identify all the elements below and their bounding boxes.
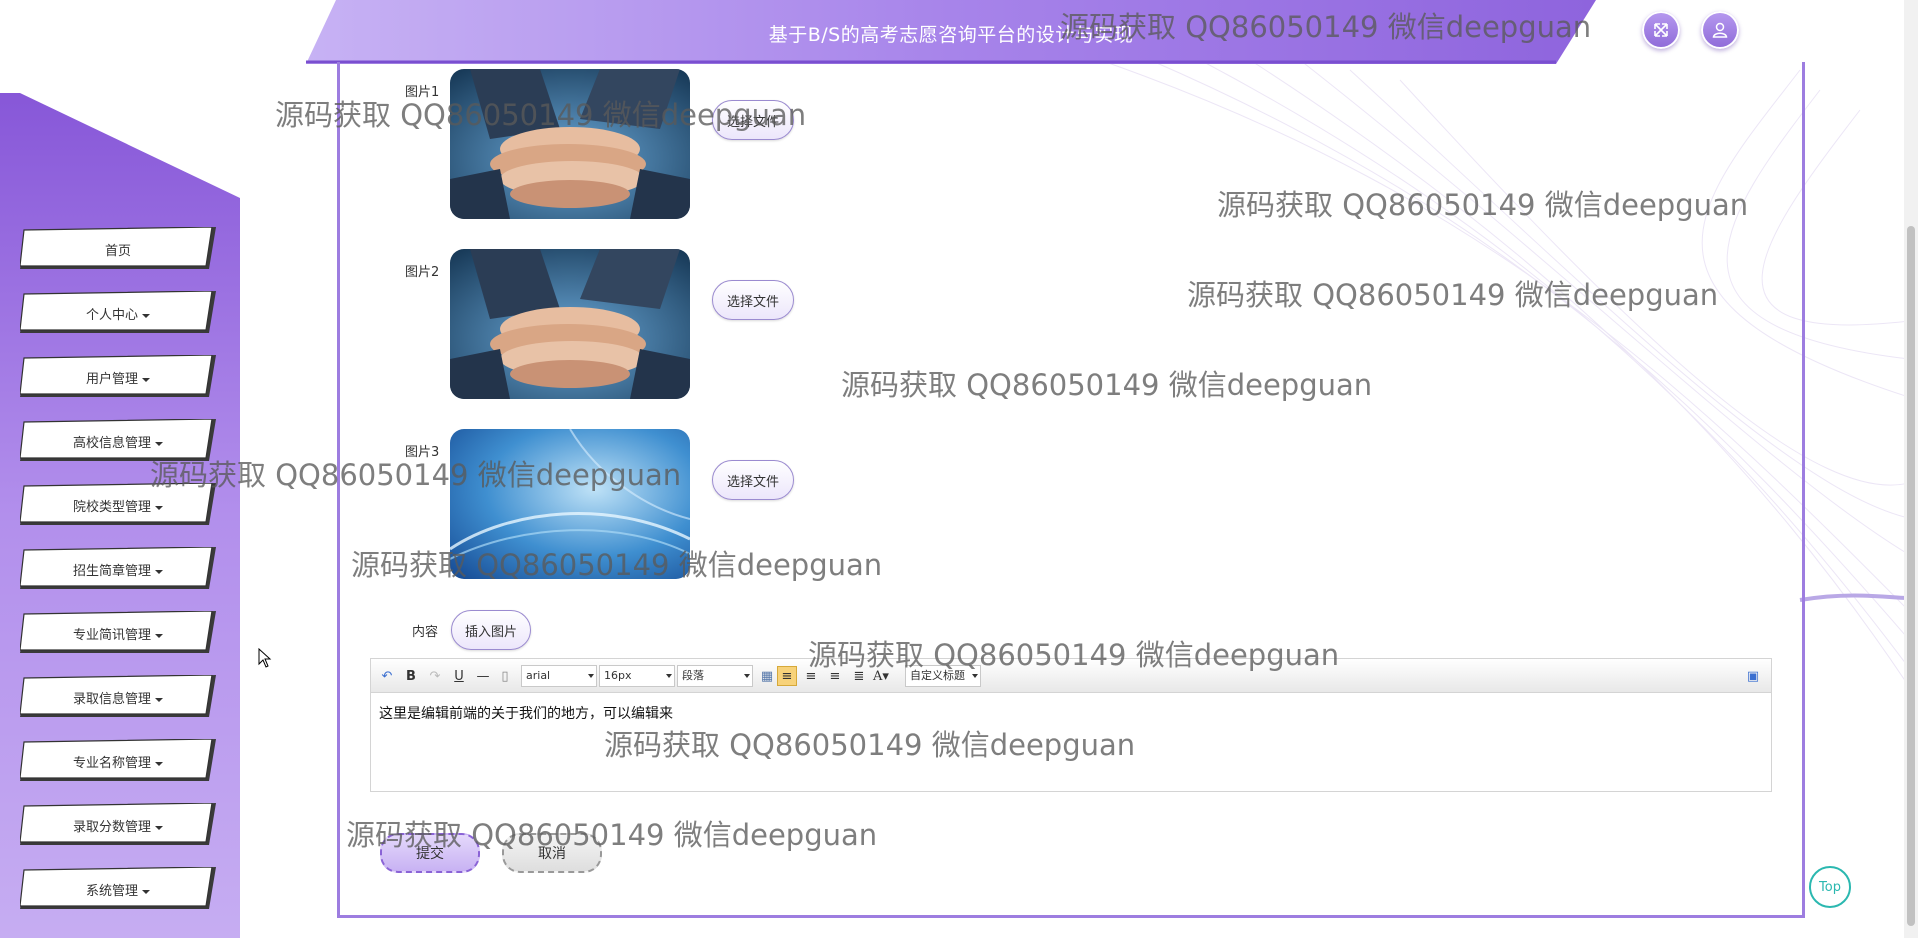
sidebar-item-11[interactable]: 系统管理 <box>20 867 216 911</box>
caret-down-icon <box>155 633 163 638</box>
sidebar-item-5[interactable]: 院校类型管理 <box>20 483 216 527</box>
caret-down-icon <box>155 697 163 702</box>
sidebar-item-label: 高校信息管理 <box>20 432 216 451</box>
page-scrollbar[interactable] <box>1904 0 1918 938</box>
align-justify-icon[interactable]: ≣ <box>849 666 869 686</box>
sidebar-item-text: 院校类型管理 <box>72 500 151 515</box>
image3-choose-file-button[interactable]: 选择文件 <box>712 460 794 500</box>
fullscreen-button[interactable] <box>1642 11 1680 49</box>
sidebar-item-text: 专业名称管理 <box>72 756 151 771</box>
sidebar-item-label: 招生简章管理 <box>20 560 216 579</box>
sidebar-item-4[interactable]: 高校信息管理 <box>20 419 216 463</box>
user-icon <box>1712 22 1728 38</box>
sidebar-item-text: 专业简讯管理 <box>72 628 151 643</box>
underline-icon[interactable]: U <box>449 666 469 686</box>
caret-down-icon <box>142 313 150 318</box>
hands-teamwork-image <box>450 69 690 219</box>
sidebar-item-text: 个人中心 <box>85 308 138 323</box>
mouse-cursor-icon <box>258 648 272 668</box>
sidebar-item-label: 录取分数管理 <box>20 816 216 835</box>
insert-image-button[interactable]: 插入图片 <box>451 610 531 650</box>
sidebar-item-label: 专业简讯管理 <box>20 624 216 643</box>
caret-down-icon <box>155 505 163 510</box>
sidebar-item-label: 院校类型管理 <box>20 496 216 515</box>
sidebar-item-2[interactable]: 个人中心 <box>20 291 216 335</box>
document-icon[interactable]: ▯ <box>495 666 515 686</box>
sidebar-item-label: 用户管理 <box>20 368 216 387</box>
sidebar-item-label: 专业名称管理 <box>20 752 216 771</box>
sidebar-item-label: 个人中心 <box>20 304 216 323</box>
paragraph-select[interactable]: 段落 <box>677 665 753 687</box>
blue-abstract-image <box>450 429 690 579</box>
expand-icon <box>1654 23 1668 37</box>
cancel-button[interactable]: 取消 <box>502 833 602 873</box>
align-left-icon[interactable]: ≡ <box>777 666 797 686</box>
image1-choose-file-button[interactable]: 选择文件 <box>712 100 794 140</box>
bold-icon[interactable]: B <box>401 666 421 686</box>
content-label: 内容 <box>412 625 439 640</box>
back-to-top-button[interactable]: Top <box>1809 866 1851 908</box>
page-title: 基于B/S的高考志愿咨询平台的设计与实现 <box>768 24 1134 46</box>
table-icon[interactable]: ▦ <box>757 666 777 686</box>
sidebar-item-label: 首页 <box>20 240 216 259</box>
fullscreen-editor-icon[interactable]: ▣ <box>1743 666 1763 686</box>
header-bar: 基于B/S的高考志愿咨询平台的设计与实现 <box>306 0 1596 64</box>
sidebar-item-8[interactable]: 录取信息管理 <box>20 675 216 719</box>
caret-down-icon <box>155 761 163 766</box>
font-family-value: arial <box>526 669 551 682</box>
custom-title-select[interactable]: 自定义标题 <box>905 665 981 687</box>
image1-preview <box>450 69 690 219</box>
scrollbar-thumb[interactable] <box>1907 226 1915 926</box>
font-size-select[interactable]: 16px <box>599 665 675 687</box>
sidebar-item-text: 录取信息管理 <box>72 692 151 707</box>
align-center-icon[interactable]: ≡ <box>825 666 845 686</box>
align-right-icon[interactable]: ≡ <box>801 666 821 686</box>
sidebar-item-9[interactable]: 专业名称管理 <box>20 739 216 783</box>
image3-preview <box>450 429 690 579</box>
paragraph-value: 段落 <box>682 669 704 682</box>
sidebar-item-text: 招生简章管理 <box>72 564 151 579</box>
caret-down-icon <box>155 825 163 830</box>
sidebar-item-6[interactable]: 招生简章管理 <box>20 547 216 591</box>
sidebar-item-7[interactable]: 专业简讯管理 <box>20 611 216 655</box>
horizontal-rule-icon[interactable]: — <box>473 666 493 686</box>
image3-label: 图片3 <box>405 445 440 460</box>
image1-label: 图片1 <box>405 85 440 100</box>
image2-label: 图片2 <box>405 265 440 280</box>
font-size-value: 16px <box>604 669 632 682</box>
sidebar-item-text: 用户管理 <box>85 372 138 387</box>
sidebar-item-1[interactable]: 首页 <box>20 227 216 271</box>
image2-preview <box>450 249 690 399</box>
sidebar-item-text: 首页 <box>104 244 131 259</box>
submit-button[interactable]: 提交 <box>380 833 480 873</box>
sidebar-item-text: 录取分数管理 <box>72 820 151 835</box>
sidebar-item-label: 录取信息管理 <box>20 688 216 707</box>
redo-icon[interactable]: ↷ <box>425 666 445 686</box>
caret-down-icon <box>155 441 163 446</box>
caret-down-icon <box>142 377 150 382</box>
custom-title-value: 自定义标题 <box>910 669 965 682</box>
user-menu-button[interactable] <box>1701 11 1739 49</box>
undo-icon[interactable]: ↶ <box>377 666 397 686</box>
hands-teamwork-image <box>450 249 690 399</box>
font-color-icon[interactable]: A▾ <box>871 666 891 686</box>
caret-down-icon <box>142 889 150 894</box>
sidebar-item-label: 系统管理 <box>20 880 216 899</box>
image2-choose-file-button[interactable]: 选择文件 <box>712 280 794 320</box>
editor-content[interactable]: 这里是编辑前端的关于我们的地方，可以编辑来 <box>371 693 1771 733</box>
sidebar-item-3[interactable]: 用户管理 <box>20 355 216 399</box>
rich-text-editor: ↶ B ↷ U — ▯ arial 16px 段落 ▦ ≡ ≡ ≡ ≣ A▾ 自… <box>370 658 1772 792</box>
editor-toolbar: ↶ B ↷ U — ▯ arial 16px 段落 ▦ ≡ ≡ ≡ ≣ A▾ 自… <box>371 659 1771 693</box>
font-family-select[interactable]: arial <box>521 665 597 687</box>
sidebar-item-text: 高校信息管理 <box>72 436 151 451</box>
caret-down-icon <box>155 569 163 574</box>
sidebar-item-text: 系统管理 <box>85 884 138 899</box>
sidebar-item-10[interactable]: 录取分数管理 <box>20 803 216 847</box>
